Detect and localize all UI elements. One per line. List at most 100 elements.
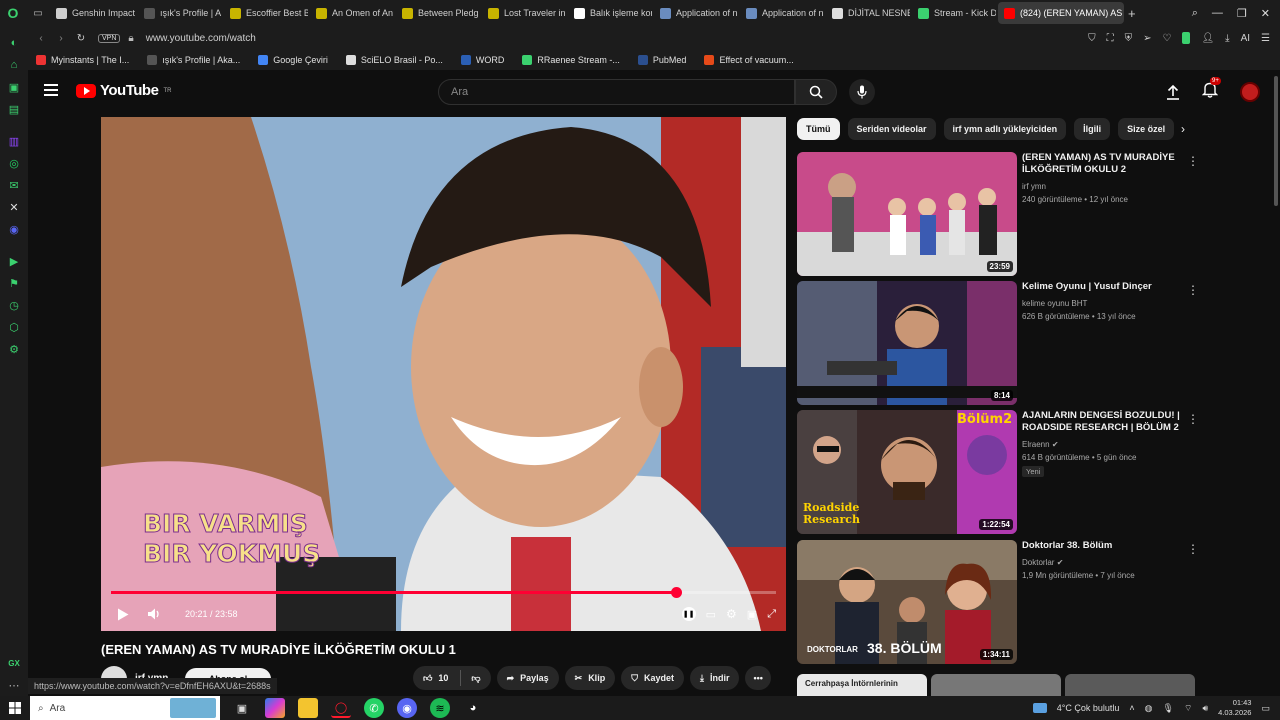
miniplayer-icon[interactable]: ▣ [747,608,757,621]
recommendation-menu-icon[interactable]: ⋮ [1187,154,1199,168]
autoplay-toggle[interactable]: ❚❚ [681,607,696,621]
whatsapp-icon[interactable]: ✆ [364,698,384,718]
bookmark-item[interactable]: Myinstants | The I... [36,55,129,65]
upload-icon[interactable] [1166,84,1180,100]
download-icon[interactable]: ⤓ [1225,33,1229,44]
recommendation-menu-icon[interactable]: ⋮ [1187,542,1199,556]
browser-tab[interactable]: An Omen of An [310,2,394,24]
recommendation-menu-icon[interactable]: ⋮ [1187,412,1199,426]
clip-button[interactable]: ✂ Klip [564,666,616,690]
weather-text[interactable]: 4°C Çok bulutlu [1057,703,1120,713]
new-tab-button[interactable]: + [1128,6,1136,21]
start-button[interactable] [0,696,30,720]
settings-gear-icon[interactable]: ⚙ [726,607,737,621]
browser-tab[interactable]: Lost Traveler in [482,2,566,24]
bookmark-item[interactable]: ışık's Profile | Aka... [147,55,240,65]
play-button[interactable] [107,599,139,629]
chips-next-button[interactable]: › [1172,118,1194,140]
recommendation-title[interactable]: Doktorlar 38. Bölüm [1022,540,1182,552]
video-thumbnail[interactable]: Cerrahpaşa İntörnlerinin [797,674,927,696]
microphone-tray-icon[interactable]: 🎙︎ [1163,703,1174,714]
account-avatar[interactable] [1240,82,1260,102]
sidebar-tasks-icon[interactable]: ▤ [0,98,28,120]
discord-icon[interactable]: ◉ [397,698,417,718]
browser-tab[interactable]: Escoffier Best B [224,2,308,24]
bookmark-item[interactable]: PubMed [637,55,686,65]
network-icon[interactable]: ◍ [1145,703,1153,714]
reload-button[interactable]: ↻ [74,33,88,44]
video-thumbnail[interactable] [931,674,1061,696]
taskbar-search[interactable]: ⌕ Ara [30,696,220,720]
ai-button[interactable]: AI [1241,33,1250,44]
sidebar-twitch-icon[interactable]: ▥ [0,130,28,152]
youtube-logo[interactable]: YouTube TR [76,82,171,99]
video-thumbnail[interactable]: Bölüm2 Roadside Research 1:22:54 [797,410,1017,534]
sidebar-aria-icon[interactable]: ◐ [0,32,28,54]
bookmark-item[interactable]: WORD [460,55,504,65]
opera-logo-icon[interactable]: O [0,0,26,26]
tab-overview-icon[interactable]: ▭ [26,8,50,19]
thumbs-down-icon[interactable]: 👎︎ [471,673,480,684]
sidebar-settings-icon[interactable]: ⚙ [0,338,28,360]
recommendation-title[interactable]: Kelime Oyunu | Yusuf Dinçer [1022,281,1182,293]
recommendation-channel[interactable]: irf ymn [1022,180,1046,193]
recommendation-item[interactable]: 8:14 Kelime Oyunu | Yusuf Dinçer kelime … [797,281,1217,405]
recommendation-title[interactable]: AJANLARIN DENGESİ BOZULDU! | ROADSIDE RE… [1022,410,1182,434]
close-window-button[interactable]: ✕ [1261,7,1270,20]
send-icon[interactable]: ➢ [1143,33,1151,44]
filter-chip[interactable]: Tümü [797,118,840,140]
browser-tab[interactable]: Application of n [740,2,824,24]
browser-tab[interactable]: Between Pledg [396,2,480,24]
profile-icon[interactable]: 👤︎ [1201,33,1214,44]
video-thumbnail[interactable] [1065,674,1195,696]
heart-icon[interactable]: ♡ [1162,33,1171,44]
lock-icon[interactable]: 🔒︎ [128,33,133,44]
bookmark-item[interactable]: Google Çeviri [258,55,328,65]
back-button[interactable]: ‹ [34,33,48,44]
sidebar-home-icon[interactable]: ⌂ [0,54,28,76]
video-thumbnail[interactable]: 23:59 [797,152,1017,276]
video-player[interactable]: BIR VARMIŞ BIR YOKMUŞ 20:21 / 23:58 ❚❚ ▭… [101,117,786,631]
opera-gx-icon[interactable]: ◯ [331,698,351,718]
page-scrollbar[interactable] [1272,70,1280,696]
video-thumbnail[interactable]: 8:14 [797,281,1017,405]
recommendation-menu-icon[interactable]: ⋮ [1187,283,1199,297]
browser-tab[interactable]: DİJİTAL NESNE [826,2,910,24]
sidebar-history-icon[interactable]: ◷ [0,294,28,316]
bookmark-icon[interactable]: ⛉ [1088,33,1096,44]
snapshot-icon[interactable]: ⛶ [1107,33,1114,44]
bookmark-item[interactable]: SciELO Brasil - Po... [345,55,443,65]
browser-tab[interactable]: Stream - Kick D [912,2,996,24]
browser-tab[interactable]: Balık işleme kon [568,2,652,24]
sidebar-messenger-icon[interactable]: ✉ [0,174,28,196]
file-explorer-icon[interactable] [298,698,318,718]
download-button[interactable]: ⤓ İndir [689,666,740,690]
save-button[interactable]: ⛉ Kaydet [621,666,684,690]
search-input[interactable]: Ara [438,79,795,105]
volume-button[interactable] [139,599,171,629]
menu-icon[interactable]: ☰ [1261,33,1270,44]
spotify-icon[interactable]: ≋ [430,698,450,718]
scrollbar-thumb[interactable] [1274,76,1278,206]
sidebar-discord-icon[interactable]: ◉ [0,218,28,240]
recommendation-channel[interactable]: kelime oyunu BHT [1022,297,1087,310]
notification-center-icon[interactable]: ▭ [1261,703,1270,714]
filter-chip[interactable]: İlgili [1074,118,1111,140]
hamburger-menu-icon[interactable] [44,84,58,96]
speaker-icon[interactable]: 🔊︎ [1202,703,1208,714]
sidebar-extensions-icon[interactable]: ⬡ [0,316,28,338]
notifications-button[interactable]: 9+ [1201,77,1221,103]
browser-tab[interactable]: Application of n [654,2,738,24]
more-actions-button[interactable]: ••• [745,666,771,690]
recommendation-channel[interactable]: Doktorlar ✔ [1022,556,1063,569]
sidebar-pin-icon[interactable]: ⚑ [0,272,28,294]
shield-icon[interactable]: ⛨ [1125,33,1133,44]
wifi-icon[interactable]: ⌔ [1184,703,1192,714]
voice-search-button[interactable] [849,79,875,105]
browser-tab[interactable]: ışık's Profile | A [138,2,222,24]
recommendation-item[interactable]: DOKTORLAR 38. BÖLÜM 1:34:11 Doktorlar 38… [797,540,1217,664]
video-thumbnail[interactable]: DOKTORLAR 38. BÖLÜM 1:34:11 [797,540,1017,664]
maximize-button[interactable]: ❐ [1237,7,1247,20]
recommendation-channel[interactable]: Elraenn ✔ [1022,438,1059,451]
bookmark-item[interactable]: RRaenee Stream -... [522,55,620,65]
